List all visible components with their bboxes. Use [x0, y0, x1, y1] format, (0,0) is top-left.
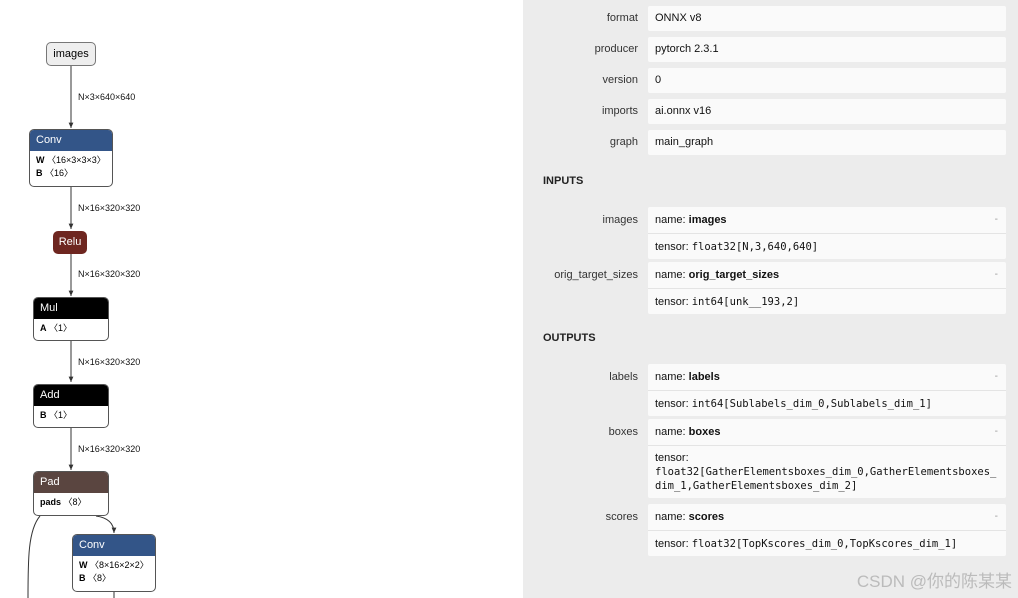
node-pad[interactable]: Pad pads 〈8〉 — [33, 471, 109, 516]
argument-label: labels — [609, 371, 638, 383]
graph-input-node-images[interactable]: images — [46, 42, 96, 66]
argument-name-row: name: scores - — [648, 504, 1006, 530]
expand-toggle[interactable]: - — [995, 262, 998, 288]
node-attribute: B 〈1〉 — [40, 410, 73, 420]
edge-shape-label: N×16×320×320 — [78, 269, 141, 279]
argument-box[interactable]: name: labels - tensor: int64[Sublabels_di… — [648, 364, 1006, 416]
graph-input-label: images — [53, 48, 89, 60]
output-scores: scores name: scores - tensor: float32[Top… — [523, 504, 1018, 556]
property-label: format — [606, 12, 638, 24]
argument-box[interactable]: name: boxes - tensor: float32[GatherEleme… — [648, 419, 1006, 498]
property-value[interactable]: ONNX v8 — [648, 6, 1006, 31]
edge-line — [95, 515, 117, 534]
argument-tensor-row: tensor: int64[unk__193,2] — [648, 288, 1006, 315]
argument-tensor-row: tensor: float32[N,3,640,640] — [648, 233, 1006, 260]
property-producer: producer pytorch 2.3.1 — [523, 37, 1018, 62]
watermark: CSDN @你的陈某某 — [856, 572, 1012, 591]
node-attribute: W 〈16×3×3×3〉 — [36, 155, 106, 165]
property-graph: graph main_graph — [523, 130, 1018, 155]
argument-label: scores — [605, 511, 638, 523]
argument-box[interactable]: name: scores - tensor: float32[TopKscores… — [648, 504, 1006, 556]
expand-toggle[interactable]: - — [995, 207, 998, 233]
node-op-label: Mul — [34, 298, 108, 319]
node-conv[interactable]: Conv W 〈16×3×3×3〉 B 〈16〉 — [29, 129, 113, 187]
property-label: graph — [609, 136, 638, 148]
argument-name-row: name: labels - — [648, 364, 1006, 390]
property-imports: imports ai.onnx v16 — [523, 99, 1018, 124]
argument-name-row: name: orig_target_sizes - — [648, 262, 1006, 288]
property-label: version — [602, 74, 638, 86]
node-attribute: B 〈16〉 — [36, 168, 74, 178]
node-op-label: Conv — [73, 535, 155, 556]
argument-box[interactable]: name: orig_target_sizes - tensor: int64[u… — [648, 262, 1006, 314]
argument-tensor-row: tensor: int64[Sublabels_dim_0,Sublabels_… — [648, 390, 1006, 417]
input-images: images name: images - tensor: float32[N,3… — [523, 207, 1018, 259]
argument-label: images — [602, 214, 638, 226]
expand-toggle[interactable]: - — [995, 364, 998, 390]
node-mul[interactable]: Mul A 〈1〉 — [33, 297, 109, 341]
argument-label: boxes — [608, 426, 638, 438]
property-version: version 0 — [523, 68, 1018, 93]
property-value[interactable]: pytorch 2.3.1 — [648, 37, 1006, 62]
argument-name-row: name: images - — [648, 207, 1006, 233]
argument-box[interactable]: name: images - tensor: float32[N,3,640,64… — [648, 207, 1006, 259]
node-add[interactable]: Add B 〈1〉 — [33, 384, 109, 428]
property-label: imports — [601, 105, 638, 117]
node-attribute: pads 〈8〉 — [40, 497, 87, 507]
node-op-label: Pad — [34, 472, 108, 493]
edge-shape-label: N×16×320×320 — [78, 357, 141, 367]
outputs-section-title: OUTPUTS — [543, 332, 596, 344]
property-value[interactable]: main_graph — [648, 130, 1006, 155]
node-conv-2[interactable]: Conv W 〈8×16×2×2〉 B 〈8〉 — [72, 534, 156, 592]
argument-name-row: name: boxes - — [648, 419, 1006, 445]
node-op-label: Relu — [53, 231, 87, 254]
inputs-section-title: INPUTS — [543, 175, 584, 187]
node-attribute: A 〈1〉 — [40, 323, 73, 333]
output-labels: labels name: labels - tensor: int64[Subla… — [523, 364, 1018, 416]
argument-tensor-row: tensor: float32[GatherElementsboxes_dim_… — [648, 445, 1006, 498]
node-attribute: W 〈8×16×2×2〉 — [79, 560, 149, 570]
input-orig-target-sizes: orig_target_sizes name: orig_target_size… — [523, 262, 1018, 314]
node-op-label: Add — [34, 385, 108, 406]
property-value[interactable]: ai.onnx v16 — [648, 99, 1006, 124]
argument-label: orig_target_sizes — [554, 269, 638, 281]
expand-toggle[interactable]: - — [995, 419, 998, 445]
node-attribute: B 〈8〉 — [79, 573, 112, 583]
graph-canvas[interactable]: images N×3×640×640 N×16×320×320 N×16×320… — [0, 0, 523, 598]
output-boxes: boxes name: boxes - tensor: float32[Gathe… — [523, 419, 1018, 498]
argument-tensor-row: tensor: float32[TopKscores_dim_0,TopKsco… — [648, 530, 1006, 557]
property-value[interactable]: 0 — [648, 68, 1006, 93]
property-label: producer — [594, 43, 638, 55]
node-relu[interactable]: Relu — [53, 231, 87, 254]
edge-shape-label: N×16×320×320 — [78, 203, 141, 213]
model-properties-sidebar: format ONNX v8 producer pytorch 2.3.1 ve… — [523, 0, 1018, 598]
property-format: format ONNX v8 — [523, 6, 1018, 31]
edge-shape-label: N×3×640×640 — [78, 92, 136, 102]
edge-line — [27, 515, 41, 598]
expand-toggle[interactable]: - — [995, 504, 998, 530]
edge-shape-label: N×16×320×320 — [78, 444, 141, 454]
node-op-label: Conv — [30, 130, 112, 151]
